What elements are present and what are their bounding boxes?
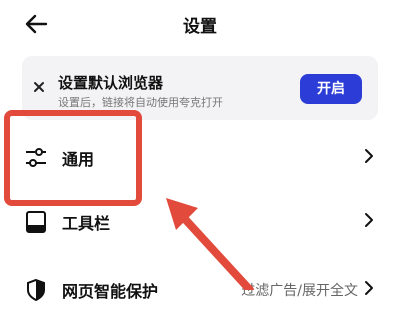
banner-title: 设置默认浏览器: [58, 74, 164, 92]
settings-item-label: 通用: [62, 150, 95, 169]
chevron-right-icon: [365, 281, 373, 295]
settings-item-toolbar[interactable]: 工具栏: [0, 190, 400, 254]
shield-icon: [27, 278, 45, 302]
header: 设置: [0, 0, 400, 48]
settings-item-general[interactable]: 通用: [0, 126, 400, 190]
sliders-icon: [26, 148, 46, 167]
settings-item-web-protection[interactable]: 网页智能保护 过滤广告/展开全文: [0, 258, 400, 322]
default-browser-banner: 设置默认浏览器 设置后，链接将自动使用夸克打开 开启: [22, 56, 378, 120]
chevron-right-icon: [365, 213, 373, 227]
settings-item-label: 网页智能保护: [62, 282, 159, 301]
chevron-right-icon: [365, 149, 373, 163]
close-icon[interactable]: [32, 80, 46, 94]
enable-default-browser-button[interactable]: 开启: [300, 74, 362, 104]
settings-item-subtitle: 过滤广告/展开全文: [241, 283, 358, 299]
settings-item-label: 工具栏: [62, 214, 111, 233]
toolbar-icon: [26, 211, 46, 233]
banner-description: 设置后，链接将自动使用夸克打开: [58, 96, 223, 109]
page-title: 设置: [183, 17, 217, 37]
